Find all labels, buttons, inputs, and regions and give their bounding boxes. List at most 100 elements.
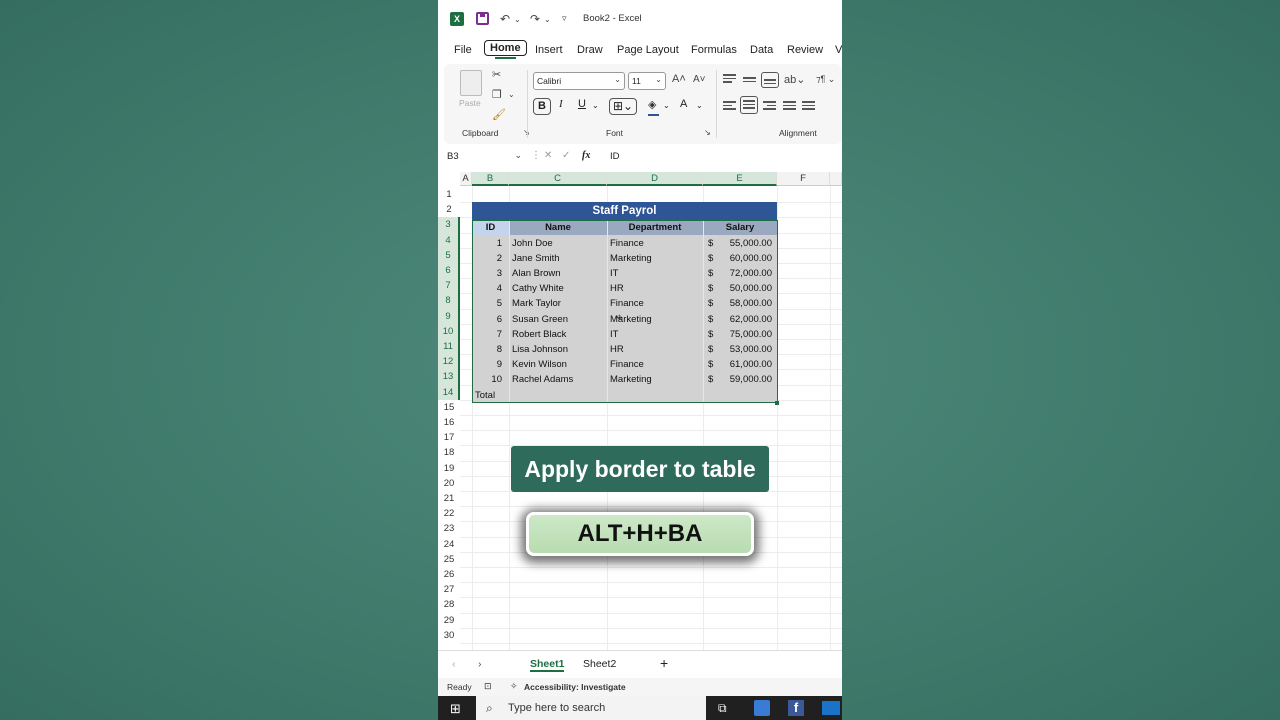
text-direction-icon[interactable]: ⁊¶ ⌄ [816,74,835,85]
column-header[interactable]: C [509,172,607,186]
underline-dropdown-icon[interactable]: ⌄ [592,101,599,110]
tab-draw[interactable]: Draw [577,44,603,56]
macro-record-icon[interactable]: ⊡ [484,681,492,692]
row-header[interactable]: 29 [438,613,460,628]
row-header[interactable]: 9 [438,308,460,324]
row-header[interactable]: 6 [438,263,460,279]
customize-toolbar-icon[interactable]: ▿ [562,13,567,24]
italic-button[interactable]: I [559,98,563,110]
font-color-icon[interactable]: A [680,98,687,110]
cut-icon[interactable]: ✂ [492,68,501,81]
orientation-icon[interactable]: ab⌄ [784,73,805,86]
tab-home[interactable]: Home [484,40,527,59]
copy-icon[interactable]: ❐ [492,88,502,101]
format-painter-icon[interactable]: 🖌 [492,108,506,121]
row-header[interactable]: 28 [438,597,460,612]
copy-dropdown-icon[interactable]: ⌄ [508,90,515,99]
decrease-indent-icon[interactable] [783,101,796,111]
row-header[interactable]: 5 [438,247,460,263]
increase-font-icon[interactable]: A˄ [672,73,686,85]
fill-handle[interactable] [775,401,779,405]
row-header[interactable]: 30 [438,628,460,643]
row-header[interactable]: 8 [438,293,460,309]
row-header[interactable]: 26 [438,567,460,582]
next-sheet-icon[interactable]: › [478,658,482,670]
tab-page-layout[interactable]: Page Layout [617,44,679,56]
prev-sheet-icon[interactable]: ‹ [452,658,456,670]
align-middle-icon[interactable] [743,77,756,87]
align-bottom-icon[interactable] [761,72,779,88]
row-header[interactable]: 10 [438,323,460,339]
row-header[interactable]: 3 [438,217,460,233]
row-header[interactable]: 18 [438,445,460,460]
decrease-font-icon[interactable]: A˅ [693,74,706,85]
row-header[interactable]: 12 [438,354,460,370]
row-header[interactable]: 11 [438,339,460,355]
align-top-icon[interactable] [723,74,736,84]
name-box[interactable]: B3 ⌄ [444,149,524,165]
row-header[interactable]: 2 [438,202,460,217]
tab-review[interactable]: Review [787,44,823,56]
tab-data[interactable]: Data [750,44,773,56]
tab-formulas[interactable]: Formulas [691,44,737,56]
font-color-dropdown-icon[interactable]: ⌄ [696,101,703,110]
row-header[interactable]: 20 [438,476,460,491]
redo-icon[interactable]: ↷ [530,12,540,26]
row-header[interactable]: 7 [438,278,460,294]
tab-insert[interactable]: Insert [535,44,563,56]
row-header[interactable]: 25 [438,552,460,567]
row-header[interactable]: 21 [438,491,460,506]
sheet-tab-sheet1[interactable]: Sheet1 [530,658,565,672]
tab-file[interactable]: File [454,44,472,56]
font-size-select[interactable]: 11 ⌄ [628,72,666,90]
table-title[interactable]: Staff Payrol [472,202,777,220]
more-icon[interactable]: ⋮ [531,150,541,161]
sheet-tab-sheet2[interactable]: Sheet2 [583,658,616,670]
bold-button[interactable]: B [533,98,551,115]
fill-color-icon[interactable]: ◈ [648,98,656,111]
font-name-select[interactable]: Calibri ⌄ [533,72,625,90]
font-launcher-icon[interactable]: ↘ [704,128,711,137]
fill-color-dropdown-icon[interactable]: ⌄ [663,101,670,110]
row-header[interactable]: 15 [438,400,460,415]
row-header[interactable]: 1 [438,187,460,202]
align-left-icon[interactable] [723,101,736,111]
worksheet-grid[interactable]: A B C D E F 1 2 3 4 5 6 7 8 9 10 11 12 13 14 15 16 17 18 1… [438,172,842,650]
undo-icon[interactable]: ↶ [500,12,510,26]
paste-button[interactable]: Paste [459,98,481,108]
save-icon[interactable] [476,12,489,25]
row-header[interactable]: 16 [438,415,460,430]
tab-view[interactable]: V [835,44,842,56]
column-header[interactable]: A [460,172,472,186]
row-header[interactable]: 19 [438,461,460,476]
row-header[interactable]: 24 [438,537,460,552]
formula-input[interactable]: ID [610,151,620,162]
task-view-icon[interactable]: ⧉ [718,701,727,716]
borders-button[interactable]: ⊞⌄ [609,98,637,115]
row-header[interactable]: 13 [438,369,460,385]
add-sheet-button[interactable]: + [660,655,668,671]
insert-function-button[interactable]: fx [582,150,590,161]
row-header[interactable]: 17 [438,430,460,445]
column-header[interactable]: F [777,172,830,186]
facebook-icon[interactable]: f [788,700,804,716]
align-right-icon[interactable] [763,101,776,111]
store-icon[interactable] [754,700,770,716]
enter-icon[interactable]: ✓ [562,150,570,161]
accessibility-status[interactable]: Accessibility: Investigate [524,682,626,692]
taskbar-search[interactable]: ⌕ Type here to search [476,696,706,720]
accessibility-icon[interactable]: ✧ [510,681,518,692]
align-center-icon[interactable] [740,96,758,114]
underline-button[interactable]: U [578,98,586,110]
increase-indent-icon[interactable] [802,101,815,111]
redo-dropdown-icon[interactable]: ⌄ [544,15,551,24]
mail-icon[interactable] [822,701,840,715]
row-header[interactable]: 27 [438,582,460,597]
column-header[interactable]: E [703,172,777,186]
cancel-icon[interactable]: ✕ [544,150,552,161]
column-header[interactable]: D [607,172,703,186]
column-header[interactable]: B [472,172,509,186]
row-header[interactable]: 23 [438,521,460,536]
windows-start-icon[interactable]: ⊞ [450,701,461,717]
undo-dropdown-icon[interactable]: ⌄ [514,15,521,24]
